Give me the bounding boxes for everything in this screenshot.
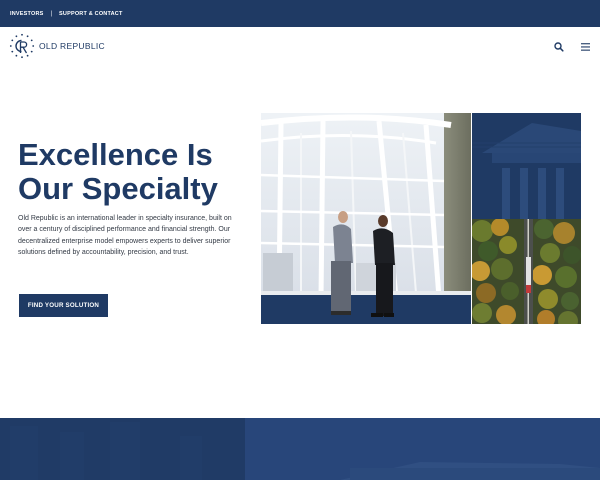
building-facade-photo: [472, 113, 581, 219]
section-banner-image: [0, 418, 600, 480]
old-republic-logo-mark: [9, 33, 35, 59]
logo-text: OLD REPUBLIC: [39, 41, 105, 51]
site-header: OLD REPUBLIC: [0, 27, 600, 67]
site-logo[interactable]: OLD REPUBLIC: [9, 33, 105, 59]
support-contact-link[interactable]: SUPPORT & CONTACT: [59, 11, 123, 17]
find-your-solution-button[interactable]: FIND YOUR SOLUTION: [19, 294, 108, 317]
search-icon: [554, 42, 564, 52]
hero-title-line-1: Excellence Is: [18, 137, 213, 172]
hamburger-menu-icon: [581, 43, 590, 51]
investors-link[interactable]: INVESTORS: [10, 11, 43, 17]
menu-button[interactable]: [580, 40, 592, 52]
hero-title: Excellence Is Our Specialty: [18, 138, 258, 206]
link-separator: |: [50, 10, 53, 17]
atrium-meeting-photo: [261, 113, 471, 324]
hero-title-line-2: Our Specialty: [18, 171, 218, 206]
hero-description: Old Republic is an international leader …: [18, 215, 232, 256]
search-button[interactable]: [553, 40, 565, 52]
forest-aerial-photo: [472, 219, 581, 324]
utility-bar: INVESTORS | SUPPORT & CONTACT: [0, 0, 600, 27]
